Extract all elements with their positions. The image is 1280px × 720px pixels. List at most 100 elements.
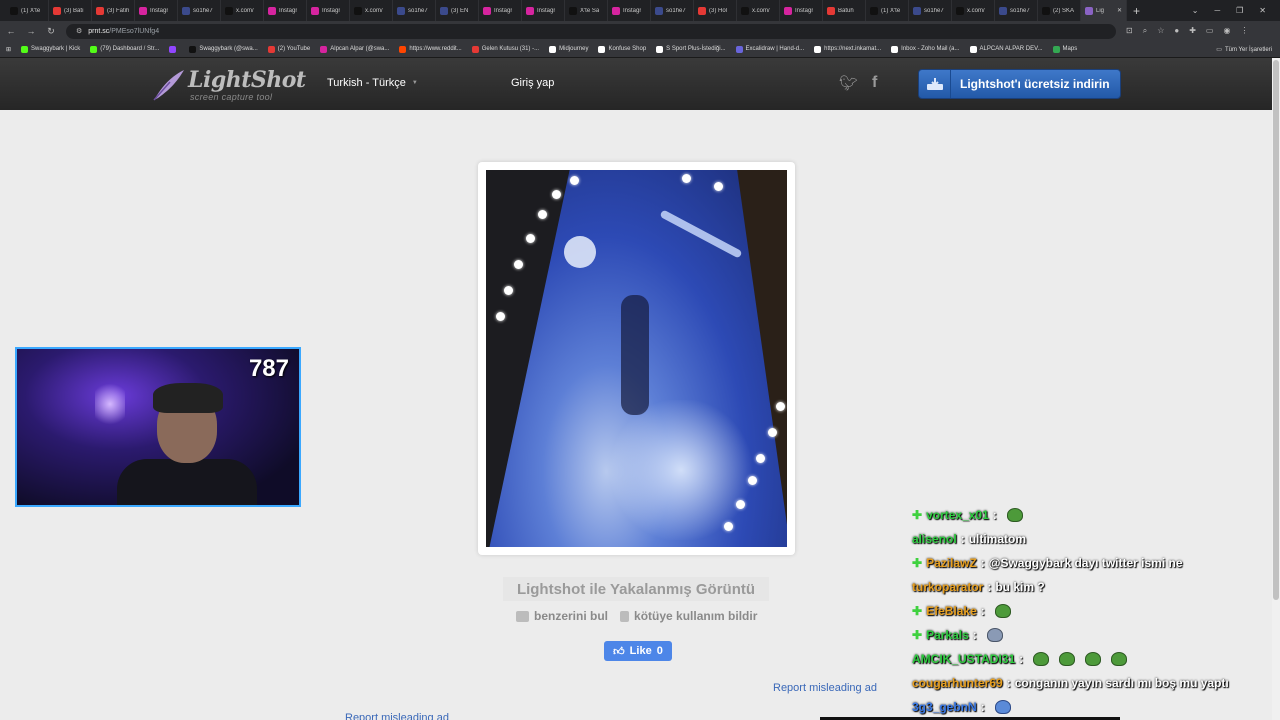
browser-tab[interactable]: so1he7 [909, 0, 952, 21]
download-button[interactable]: Lightshot'ı ücretsiz indirin [918, 69, 1121, 99]
bookmark-item[interactable]: Gelen Kutusu (31) -... [471, 45, 539, 53]
new-tab-button[interactable]: + [1133, 4, 1140, 18]
bookmark-label: Alpcan Alpar (@swa... [330, 46, 390, 52]
light-bar [659, 209, 743, 259]
browser-tab[interactable]: so1he7 [178, 0, 221, 21]
bookmark-item[interactable]: Swaggybark | Kick [21, 45, 81, 53]
sidepanel-icon[interactable]: ▭ [1206, 26, 1214, 36]
browser-tab[interactable]: so1he7 [995, 0, 1038, 21]
chat-message: alisenol: ultimatom [912, 527, 1272, 551]
report-misleading-ad-link[interactable]: Report misleading ad [773, 682, 877, 694]
bookmark-favicon-icon [891, 45, 899, 53]
bookmark-item[interactable]: Alpcan Alpar (@swa... [320, 45, 390, 53]
apps-icon[interactable]: ⊞ [6, 46, 11, 53]
language-selector[interactable]: Turkish - Türkçe ▼ [327, 77, 418, 89]
browser-tab[interactable]: so1he7 [651, 0, 694, 21]
bookmark-label: (2) YouTube [277, 46, 311, 52]
browser-tab[interactable]: Instagr [522, 0, 565, 21]
browser-tab[interactable]: Instagr [608, 0, 651, 21]
flag-icon [620, 610, 630, 622]
bookmark-label: Swaggybark | Kick [31, 46, 81, 52]
bookmark-item[interactable]: S Sport Plus-İstediği... [656, 45, 726, 53]
browser-tab[interactable]: (3) Fatih [92, 0, 135, 21]
bookmark-item[interactable]: https://next.inkamat... [814, 45, 881, 53]
tab-search-icon[interactable]: ⌄ [1192, 6, 1199, 15]
browser-tab[interactable]: Instagr [135, 0, 178, 21]
tab-title: (3) Fatih [107, 7, 130, 14]
twitter-icon[interactable]: 🐦︎ [839, 74, 858, 92]
browser-tab[interactable]: (2) SKA [1038, 0, 1081, 21]
chat-overlay: ✚ vortex_x01: alisenol: ultimatom ✚ PazilawZ:… [912, 503, 1272, 719]
light-dot [748, 476, 757, 485]
chat-separator: : [972, 628, 977, 642]
facebook-like-button[interactable]: 👍︎ Like 0 [604, 641, 672, 661]
browser-tab[interactable]: Instagr [307, 0, 350, 21]
forward-icon[interactable]: → [26, 26, 36, 36]
profile-icon[interactable]: ◉ [1223, 26, 1230, 36]
site-info-icon[interactable]: ⚙ [76, 27, 82, 35]
puzzle-icon[interactable]: ✚ [1189, 26, 1196, 36]
browser-tab[interactable]: Instagr [264, 0, 307, 21]
browser-tab[interactable]: so1he7 [393, 0, 436, 21]
bookmark-item[interactable]: ALPCAN ALPAR DEV... [969, 45, 1043, 53]
report-misleading-ad-link-2[interactable]: Report misleading ad [345, 712, 449, 720]
url-field[interactable]: ⚙ prnt.sc /PMEso7lUNfg4 [66, 23, 1116, 39]
url-path: /PMEso7lUNfg4 [109, 27, 160, 35]
browser-tab[interactable]: x.com/ [350, 0, 393, 21]
tab-title: Batuh [838, 7, 854, 14]
install-icon[interactable]: ⊡ [1126, 26, 1133, 36]
browser-tab[interactable]: Instagr [780, 0, 823, 21]
minimize-icon[interactable]: ─ [1214, 6, 1220, 15]
chat-username: Parkals [926, 628, 969, 642]
bookmark-item[interactable]: Konfuse Shop [598, 45, 646, 53]
extension-icon[interactable]: ● [1174, 26, 1179, 36]
browser-tab[interactable]: (1) X'te [6, 0, 49, 21]
bookmark-item[interactable]: Excalidraw | Hand-d... [735, 45, 804, 53]
tab-title: so1he7 [193, 7, 213, 14]
all-bookmarks[interactable]: ▭ Tüm Yer İşaretleri [1216, 41, 1272, 58]
browser-tab[interactable]: (1) X'te [866, 0, 909, 21]
login-link[interactable]: Giriş yap [511, 77, 554, 89]
language-label: Turkish - Türkçe [327, 77, 406, 89]
bookmark-item[interactable]: Inbox - Zoho Mail (a... [891, 45, 960, 53]
bookmark-item[interactable]: (2) YouTube [267, 45, 311, 53]
zoom-icon[interactable]: ⌕ [1143, 26, 1147, 36]
bookmark-item[interactable]: https://www.reddit... [399, 45, 462, 53]
bookmark-label: ALPCAN ALPAR DEV... [979, 46, 1043, 52]
browser-tab[interactable]: Instagr [479, 0, 522, 21]
bookmark-star-icon[interactable]: ☆ [1157, 26, 1164, 36]
browser-tab[interactable]: (3) EN [436, 0, 479, 21]
bookmark-favicon-icon [267, 45, 275, 53]
report-abuse-link[interactable]: kötüye kullanım bildir [620, 609, 757, 623]
reload-icon[interactable]: ↻ [46, 26, 56, 37]
tab-favicon-icon [483, 6, 491, 15]
scrollbar-thumb[interactable] [1273, 60, 1279, 600]
maximize-icon[interactable]: ❐ [1236, 6, 1243, 15]
browser-tab[interactable]: (3) Hol [694, 0, 737, 21]
bookmark-item[interactable]: Midjourney [549, 45, 588, 53]
bookmark-item[interactable] [169, 45, 179, 53]
browser-tab[interactable]: x.com/ [221, 0, 264, 21]
bookmark-favicon-icon [471, 45, 479, 53]
bookmark-item[interactable]: Maps [1052, 45, 1077, 53]
facebook-icon[interactable]: f [872, 74, 877, 92]
find-similar-link[interactable]: benzerini bul [516, 609, 608, 623]
browser-tab[interactable]: Lig ✕ [1081, 0, 1127, 21]
chat-emote-icon [1006, 508, 1023, 522]
tab-title: so1he7 [1010, 7, 1030, 14]
captured-screenshot[interactable] [486, 170, 787, 547]
tab-favicon-icon [397, 6, 405, 15]
browser-tab[interactable]: (3) Batı [49, 0, 92, 21]
bookmark-item[interactable]: Swaggybark (@swa... [189, 45, 258, 53]
close-tab-icon[interactable]: ✕ [1117, 7, 1122, 14]
bookmark-item[interactable]: (79) Dashboard / Str... [90, 45, 159, 53]
browser-tab[interactable]: x.com/ [737, 0, 780, 21]
browser-tab[interactable]: x.com/ [952, 0, 995, 21]
lightshot-logo[interactable]: LightShot screen capture tool [150, 66, 306, 104]
page-scrollbar[interactable] [1272, 58, 1280, 720]
browser-tab[interactable]: X'te Sa [565, 0, 608, 21]
browser-tab[interactable]: Batuh [823, 0, 866, 21]
close-window-icon[interactable]: ✕ [1259, 6, 1266, 15]
menu-icon[interactable]: ⋮ [1240, 26, 1248, 36]
back-icon[interactable]: ← [6, 26, 16, 36]
